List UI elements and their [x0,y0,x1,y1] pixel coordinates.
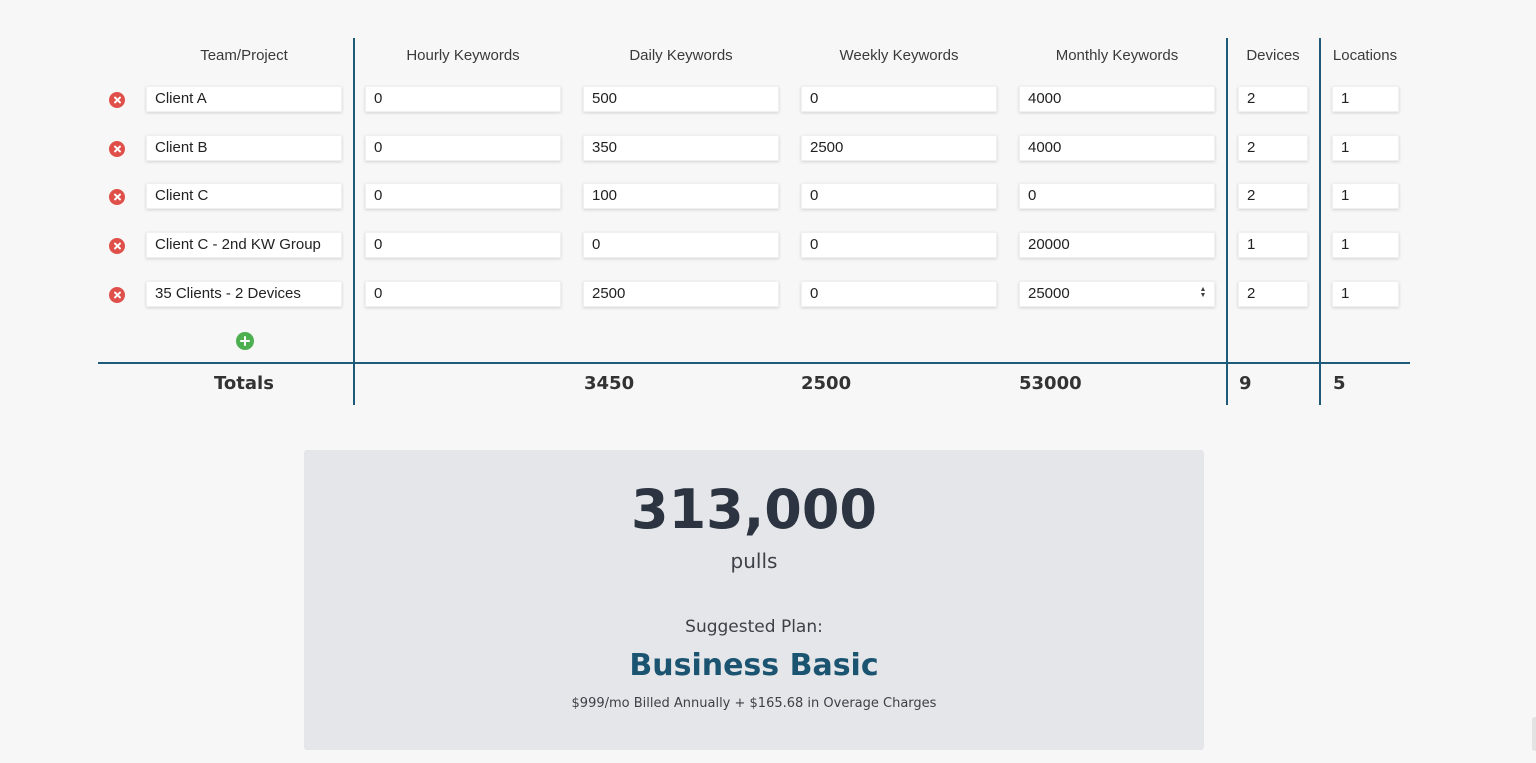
hourly-keywords-input[interactable]: 0 [365,135,561,161]
total-monthly-keywords: 53000 [1019,373,1082,394]
keyword-calculator: Team/Project Hourly Keywords Daily Keywo… [98,38,1410,405]
header-weekly-keywords: Weekly Keywords [839,47,959,64]
table-row: Client C - 2nd KW Group 0 0 0 20000 1 1 [98,232,1410,260]
page-edge-handle [1532,717,1536,751]
remove-row-icon[interactable] [109,141,125,157]
header-team-project: Team/Project [200,47,288,64]
locations-input[interactable]: 1 [1332,135,1399,161]
team-name-input[interactable]: Client A [146,86,342,112]
plan-price: $999/mo Billed Annually + $165.68 in Ove… [571,696,937,711]
total-devices: 9 [1239,373,1252,394]
hourly-keywords-input[interactable]: 0 [365,281,561,307]
monthly-keywords-input[interactable]: 4000 [1019,135,1215,161]
monthly-keywords-field: 25000 ▲ ▼ [1019,281,1215,307]
totals-label: Totals [214,373,274,394]
header-devices: Devices [1246,47,1300,64]
daily-keywords-input[interactable]: 0 [583,232,779,258]
header-daily-keywords: Daily Keywords [629,47,733,64]
header-locations: Locations [1332,47,1398,64]
header-hourly-keywords: Hourly Keywords [406,47,520,64]
weekly-keywords-input[interactable]: 0 [801,232,997,258]
devices-input[interactable]: 2 [1238,86,1308,112]
table-row: Client C 0 100 0 0 2 1 [98,183,1410,211]
team-name-input[interactable]: 35 Clients - 2 Devices [146,281,342,307]
hourly-keywords-input[interactable]: 0 [365,183,561,209]
team-name-input[interactable]: Client C [146,183,342,209]
weekly-keywords-input[interactable]: 2500 [801,135,997,161]
daily-keywords-input[interactable]: 500 [583,86,779,112]
devices-input[interactable]: 2 [1238,135,1308,161]
weekly-keywords-input[interactable]: 0 [801,281,997,307]
remove-row-icon[interactable] [109,287,125,303]
daily-keywords-input[interactable]: 100 [583,183,779,209]
remove-row-icon[interactable] [109,92,125,108]
table-row: Client B 0 350 2500 4000 2 1 [98,135,1410,163]
monthly-keywords-input[interactable]: 25000 [1019,281,1215,307]
add-row-icon[interactable] [236,332,254,350]
header-monthly-keywords: Monthly Keywords [1055,47,1179,64]
monthly-keywords-input[interactable]: 0 [1019,183,1215,209]
weekly-keywords-input[interactable]: 0 [801,183,997,209]
monthly-keywords-input[interactable]: 20000 [1019,232,1215,258]
locations-input[interactable]: 1 [1332,86,1399,112]
devices-input[interactable]: 2 [1238,183,1308,209]
remove-row-icon[interactable] [109,238,125,254]
devices-input[interactable]: 1 [1238,232,1308,258]
suggested-plan-label: Suggested Plan: [685,617,823,637]
locations-input[interactable]: 1 [1332,183,1399,209]
team-name-input[interactable]: Client B [146,135,342,161]
number-spinner-icon[interactable]: ▲ ▼ [1199,286,1207,300]
monthly-keywords-input[interactable]: 4000 [1019,86,1215,112]
table-row: 35 Clients - 2 Devices 0 2500 0 25000 ▲ ▼… [98,281,1410,309]
total-locations: 5 [1333,373,1346,394]
result-panel: 313,000 pulls Suggested Plan: Business B… [304,450,1204,750]
locations-input[interactable]: 1 [1332,232,1399,258]
team-name-input[interactable]: Client C - 2nd KW Group [146,232,342,258]
pulls-unit-label: pulls [730,549,778,573]
hourly-keywords-input[interactable]: 0 [365,86,561,112]
weekly-keywords-input[interactable]: 0 [801,86,997,112]
table-row: Client A 0 500 0 4000 2 1 [98,86,1410,114]
total-weekly-keywords: 2500 [801,373,852,394]
locations-input[interactable]: 1 [1332,281,1399,307]
remove-row-icon[interactable] [109,189,125,205]
total-daily-keywords: 3450 [584,373,635,394]
daily-keywords-input[interactable]: 2500 [583,281,779,307]
plan-name: Business Basic [629,648,879,683]
hourly-keywords-input[interactable]: 0 [365,232,561,258]
devices-input[interactable]: 2 [1238,281,1308,307]
total-pulls: 313,000 [631,478,877,541]
totals-divider [98,362,1410,364]
daily-keywords-input[interactable]: 350 [583,135,779,161]
